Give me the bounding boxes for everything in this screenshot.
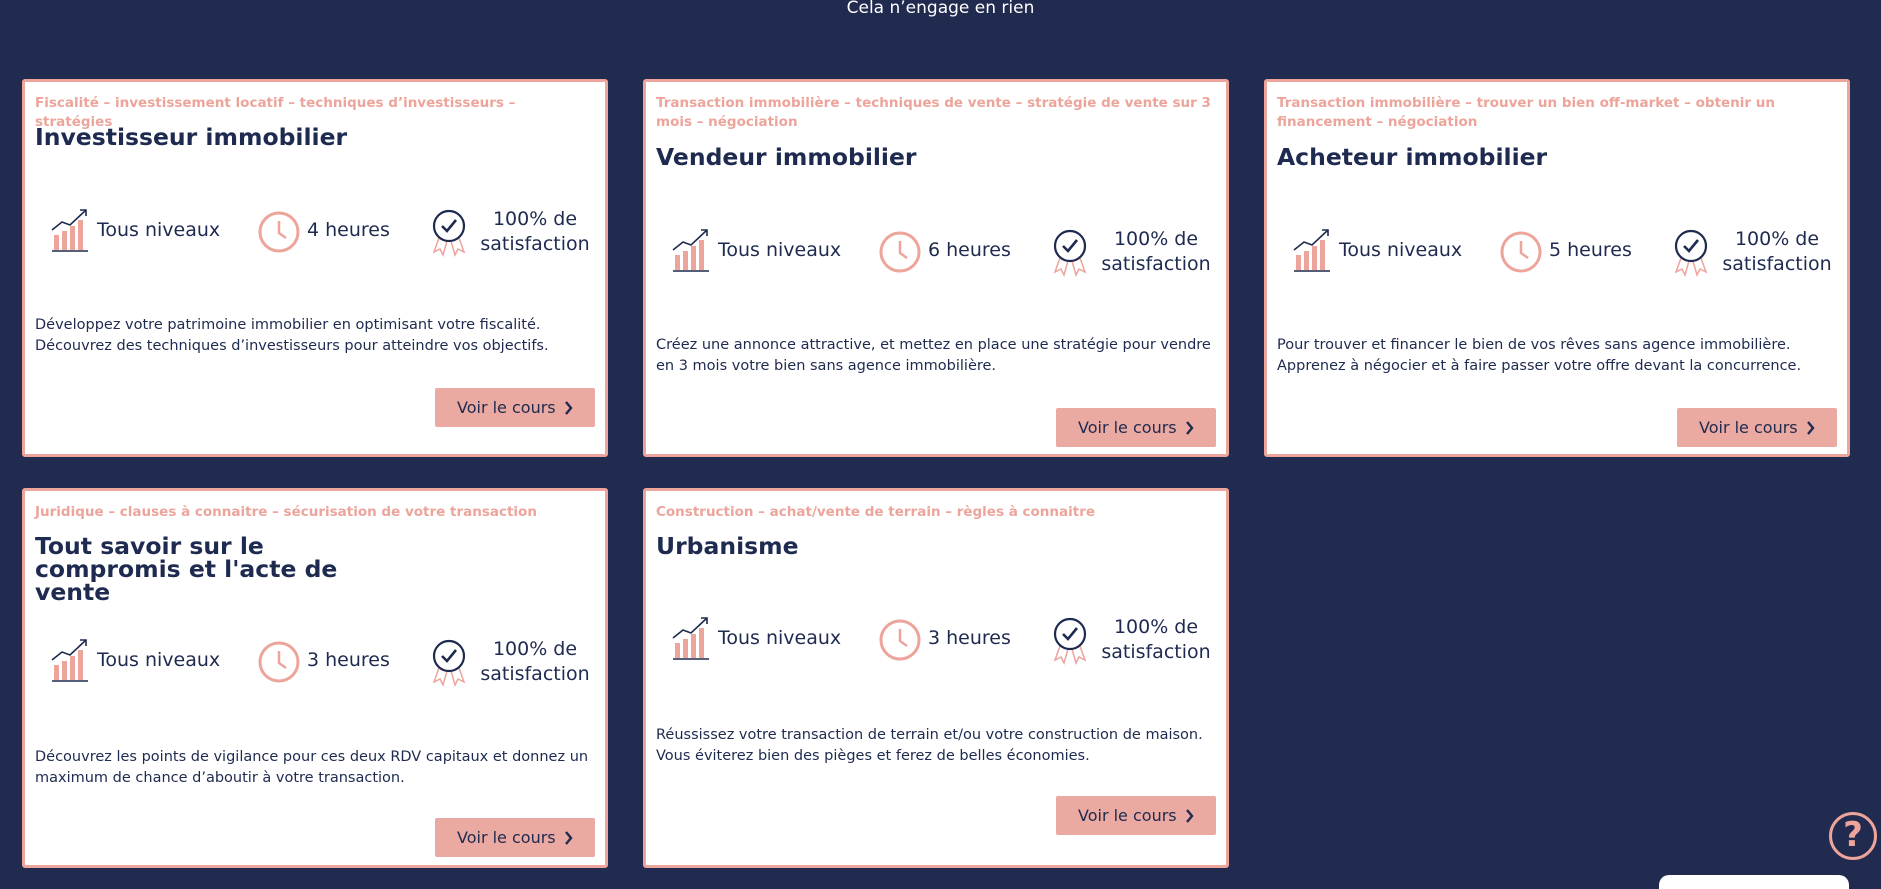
growth-chart-icon bbox=[672, 229, 709, 272]
course-card-compromis: Juridique – clauses à connaitre – sécuri… bbox=[22, 488, 608, 868]
chevron-right-icon bbox=[1186, 809, 1194, 823]
duration-text: 3 heures bbox=[928, 627, 1011, 649]
duration-text: 4 heures bbox=[307, 219, 390, 241]
satisfaction-text: 100% de satisfaction bbox=[1101, 228, 1211, 275]
level-text: Tous niveaux bbox=[1339, 239, 1463, 261]
award-badge-icon bbox=[1674, 229, 1708, 278]
card-tags: Construction – achat/vente de terrain – … bbox=[656, 504, 1096, 520]
satisfaction-text: 100% de satisfaction bbox=[1722, 228, 1832, 275]
clock-icon bbox=[258, 211, 300, 253]
view-course-button[interactable]: Voir le cours bbox=[1677, 408, 1837, 447]
chevron-right-icon bbox=[1186, 421, 1194, 435]
view-course-label: Voir le cours bbox=[457, 398, 556, 417]
view-course-button[interactable]: Voir le cours bbox=[435, 818, 595, 857]
card-tags: Juridique – clauses à connaitre – sécuri… bbox=[35, 504, 537, 520]
duration-text: 5 heures bbox=[1549, 239, 1632, 261]
card-tags: Transaction immobilière – techniques de … bbox=[656, 95, 1211, 130]
duration-text: 6 heures bbox=[928, 239, 1011, 261]
card-description: Créez une annonce attractive, et mettez … bbox=[656, 337, 1211, 374]
award-badge-icon bbox=[1053, 617, 1087, 666]
card-description: Découvrez les points de vigilance pour c… bbox=[35, 749, 589, 786]
view-course-button[interactable]: Voir le cours bbox=[1056, 796, 1216, 835]
growth-chart-icon bbox=[1293, 229, 1330, 272]
card-title: Investisseur immobilier bbox=[35, 123, 348, 151]
view-course-label: Voir le cours bbox=[1699, 418, 1798, 437]
level-text: Tous niveaux bbox=[718, 239, 842, 261]
chevron-right-icon bbox=[565, 401, 573, 415]
satisfaction-text: 100% de satisfaction bbox=[1101, 616, 1211, 663]
view-course-label: Voir le cours bbox=[1078, 418, 1177, 437]
question-mark-icon: ? bbox=[1843, 815, 1863, 855]
clock-icon bbox=[258, 641, 300, 683]
chevron-right-icon bbox=[565, 831, 573, 845]
clock-icon bbox=[1500, 231, 1542, 273]
satisfaction-text: 100% de satisfaction bbox=[480, 208, 590, 255]
award-badge-icon bbox=[432, 639, 466, 688]
chevron-right-icon bbox=[1807, 421, 1815, 435]
award-badge-icon bbox=[432, 209, 466, 258]
help-button[interactable]: ? bbox=[1829, 812, 1877, 860]
card-title: Vendeur immobilier bbox=[656, 143, 917, 171]
card-description: Développez votre patrimoine immobilier e… bbox=[35, 317, 549, 354]
course-card-urbanisme: Construction – achat/vente de terrain – … bbox=[643, 488, 1229, 868]
view-course-button[interactable]: Voir le cours bbox=[1056, 408, 1216, 447]
view-course-label: Voir le cours bbox=[1078, 806, 1177, 825]
level-text: Tous niveaux bbox=[97, 649, 221, 671]
card-description: Réussissez votre transaction de terrain … bbox=[656, 727, 1203, 764]
course-card-acheteur: Transaction immobilière – trouver un bie… bbox=[1264, 79, 1850, 457]
card-description: Pour trouver et financer le bien de vos … bbox=[1277, 337, 1802, 374]
card-title: Urbanisme bbox=[656, 532, 799, 560]
clock-icon bbox=[879, 231, 921, 273]
course-card-investisseur: Fiscalité – investissement locatif – tec… bbox=[22, 79, 608, 457]
view-course-label: Voir le cours bbox=[457, 828, 556, 847]
view-course-button[interactable]: Voir le cours bbox=[435, 388, 595, 427]
growth-chart-icon bbox=[51, 639, 88, 682]
card-title: Tout savoir sur le compromis et l'acte d… bbox=[35, 532, 338, 606]
card-tags: Transaction immobilière – trouver un bie… bbox=[1277, 95, 1775, 130]
duration-text: 3 heures bbox=[307, 649, 390, 671]
growth-chart-icon bbox=[51, 209, 88, 252]
chat-widget-tab[interactable] bbox=[1659, 875, 1849, 889]
clock-icon bbox=[879, 619, 921, 661]
card-title: Acheteur immobilier bbox=[1277, 143, 1548, 171]
level-text: Tous niveaux bbox=[97, 219, 221, 241]
level-text: Tous niveaux bbox=[718, 627, 842, 649]
top-note: Cela n’engage en rien bbox=[846, 0, 1035, 18]
award-badge-icon bbox=[1053, 229, 1087, 278]
growth-chart-icon bbox=[672, 617, 709, 660]
satisfaction-text: 100% de satisfaction bbox=[480, 638, 590, 685]
course-card-vendeur: Transaction immobilière – techniques de … bbox=[643, 79, 1229, 457]
